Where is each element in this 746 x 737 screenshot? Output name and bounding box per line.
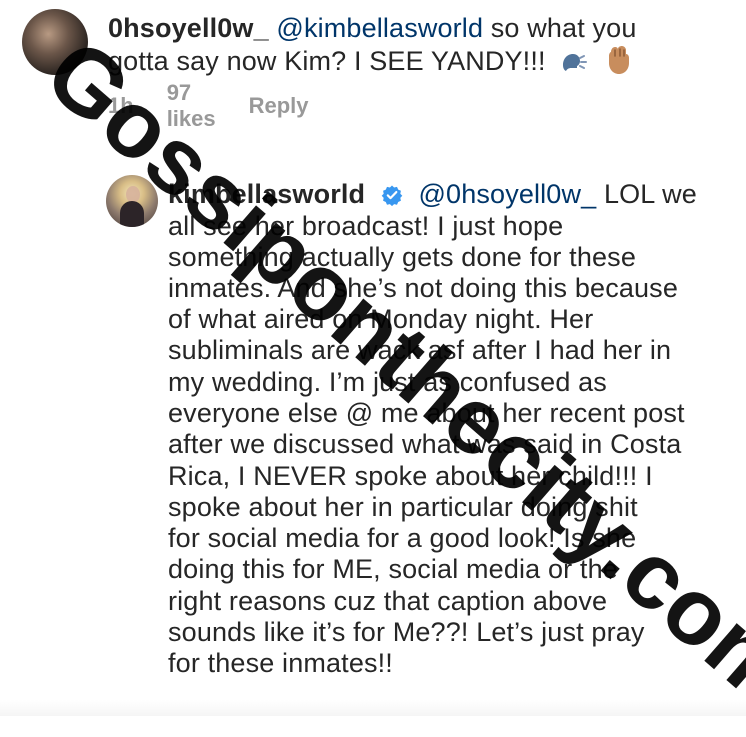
comment-text: 0hsoyell0w_ @kimbellasworld so what you	[108, 13, 637, 44]
mention-link[interactable]: @kimbellasworld	[276, 13, 483, 43]
reply-line-8: everyone else @ me about her recent post	[168, 398, 685, 428]
bottom-edge	[0, 700, 746, 716]
reply-body-line-1: LOL we	[596, 179, 697, 209]
reply-line-3: something actually gets done for these	[168, 242, 636, 272]
reply-button[interactable]: Reply	[249, 93, 309, 119]
reply-line-7: my wedding. I’m just as confused as	[168, 367, 607, 397]
avatar[interactable]	[22, 9, 88, 75]
reply-line-14: right reasons cuz that caption above	[168, 586, 608, 616]
comment-body-line-1: so what you	[483, 13, 637, 43]
comment-body-line-2: gotta say now Kim? I SEE YANDY!!!	[108, 46, 546, 76]
reply-comment-text: kimbellasworld @0hsoyell0w_ LOL we	[168, 179, 697, 210]
reply-line-15: sounds like it’s for Me??! Let’s just pr…	[168, 617, 645, 647]
comment-meta: 1h 97 likes Reply	[108, 80, 309, 131]
reply-line-12: for social media for a good look! Is she	[168, 523, 637, 553]
reply-line-9: after we discussed what was said in Cost…	[168, 429, 682, 459]
mention-link[interactable]: @0hsoyell0w_	[418, 179, 596, 209]
reply-line-2: all see her broadcast! I just hope	[168, 211, 564, 241]
reply-line-13: doing this for ME, social media or the	[168, 554, 618, 584]
likes-count[interactable]: 97 likes	[167, 80, 216, 132]
timestamp: 1h	[108, 93, 134, 118]
speaking-head-icon	[561, 50, 589, 81]
reply-line-4: inmates. And she’s not doing this becaus…	[168, 273, 678, 303]
verified-badge-icon	[381, 182, 403, 207]
reply-line-10: Rica, I NEVER spoke about her child!!! I	[168, 461, 653, 491]
avatar[interactable]	[106, 175, 158, 227]
username-link[interactable]: 0hsoyell0w_	[108, 13, 269, 43]
comment-text-line-2: gotta say now Kim? I SEE YANDY!!!	[108, 44, 631, 81]
reply-line-5: of what aired on Monday night. Her	[168, 304, 594, 334]
username-link[interactable]: kimbellasworld	[168, 179, 365, 209]
reply-line-11: spoke about her in particular doing shit	[168, 492, 638, 522]
avatar-outfit	[120, 201, 144, 227]
reply-line-6: subliminals are wack asf after I had her…	[168, 335, 672, 365]
reply-line-16: for these inmates!!	[168, 648, 393, 678]
raised-fist-icon	[605, 44, 631, 81]
